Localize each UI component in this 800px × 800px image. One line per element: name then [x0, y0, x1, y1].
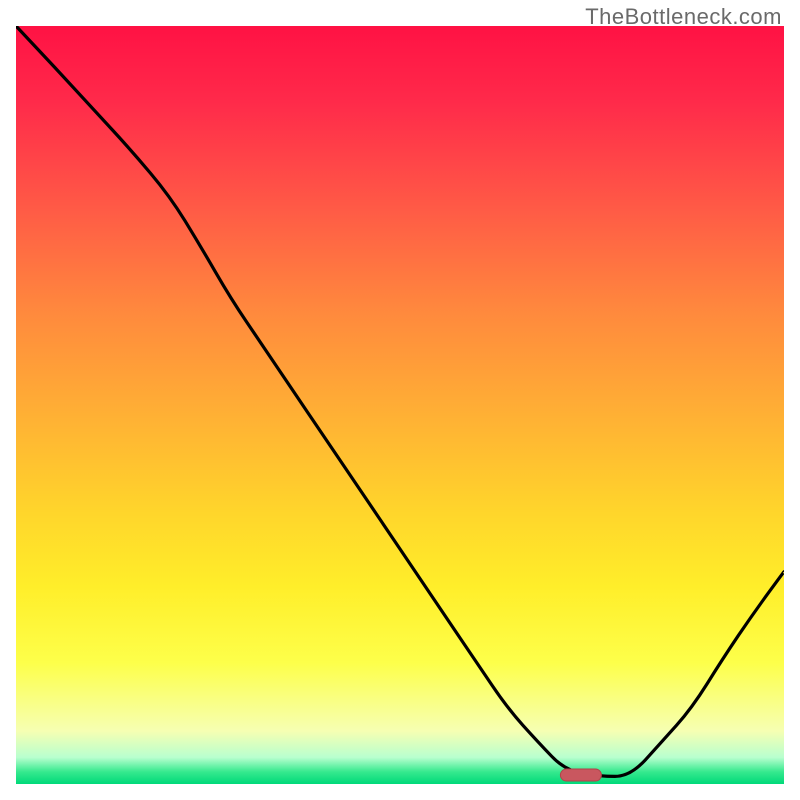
plot-area [16, 26, 784, 784]
curve-svg [16, 26, 784, 784]
optimal-point-marker [559, 768, 601, 781]
curve-line [16, 26, 784, 776]
